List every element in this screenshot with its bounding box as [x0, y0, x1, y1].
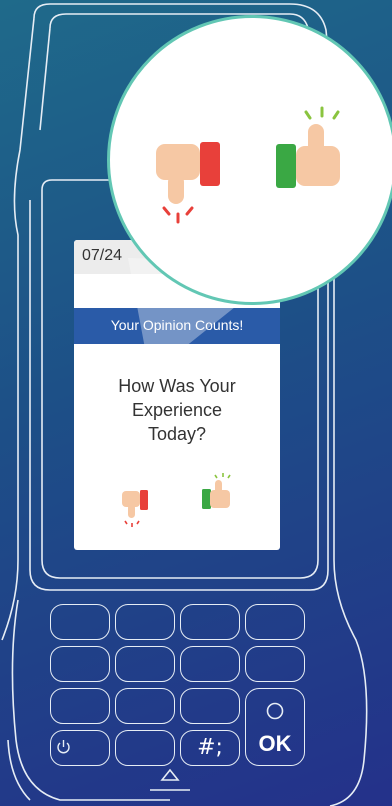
key-r1c1[interactable]	[50, 604, 110, 640]
ok-key[interactable]: OK	[245, 688, 305, 766]
power-key[interactable]	[50, 730, 110, 766]
power-icon	[57, 740, 70, 754]
key-r1c4[interactable]	[245, 604, 305, 640]
magnifier-bubble	[107, 15, 392, 305]
key-r4c2[interactable]	[115, 730, 175, 766]
key-r3c1[interactable]	[50, 688, 110, 724]
key-r2c1[interactable]	[50, 646, 110, 682]
large-thumbs-down-icon	[156, 142, 220, 224]
large-thumbs-up-icon	[276, 106, 340, 188]
key-r2c4[interactable]	[245, 646, 305, 682]
key-r2c3[interactable]	[180, 646, 240, 682]
hash-key[interactable]: #;	[180, 730, 240, 766]
key-r1c3[interactable]	[180, 604, 240, 640]
key-r3c3[interactable]	[180, 688, 240, 724]
payment-terminal-illustration: 07/24 Your Opinion Counts! How Was Your …	[0, 0, 392, 806]
key-r3c2[interactable]	[115, 688, 175, 724]
circle-icon	[266, 702, 284, 720]
key-r1c2[interactable]	[115, 604, 175, 640]
hash-key-label: #;	[197, 735, 223, 760]
ok-key-label: OK	[258, 731, 292, 756]
key-r2c2[interactable]	[115, 646, 175, 682]
